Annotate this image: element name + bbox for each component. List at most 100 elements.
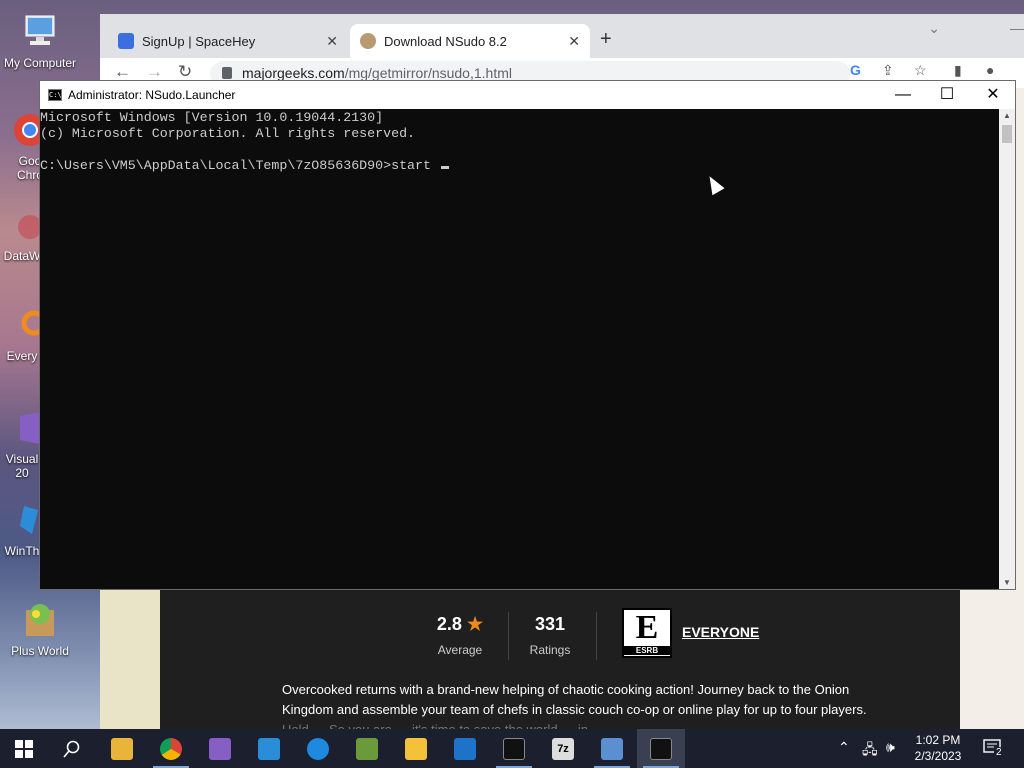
ratings-count-stat: 331 Ratings [520, 614, 580, 657]
notification-center-button[interactable]: 2 [982, 737, 1004, 759]
esrb-rating-link[interactable]: EVERYONE [682, 624, 759, 640]
tab-spacehey[interactable]: SignUp | SpaceHey ✕ [108, 24, 348, 58]
winthing-icon [2, 500, 42, 540]
start-button[interactable] [0, 729, 48, 768]
show-hidden-icons[interactable]: ⌃ [838, 739, 850, 756]
bookmark-star-icon[interactable]: ☆ [914, 62, 927, 79]
scroll-up-icon[interactable]: ▲ [1003, 111, 1011, 120]
tab-search-icon[interactable]: ⌄ [928, 20, 940, 37]
new-tab-button[interactable]: + [600, 28, 612, 51]
esrb-badge-icon: E ESRB [622, 608, 672, 658]
7zip-icon: 7z [552, 737, 574, 760]
desktop-icon-dataw[interactable]: DataW [0, 205, 44, 263]
volume-icon[interactable]: 🕪 [886, 739, 895, 756]
folder-icon [111, 737, 133, 760]
back-icon[interactable]: ← [114, 62, 131, 82]
desktop-icon-everything[interactable]: Every [0, 305, 47, 363]
taskbar-cmd-active[interactable] [637, 729, 685, 768]
visual-studio-icon [209, 737, 231, 760]
tab-strip: SignUp | SpaceHey ✕ Download NSudo 8.2 ✕… [100, 14, 1024, 58]
cmd-window: C:\ Administrator: NSudo.Launcher — ☐ ✕ … [39, 80, 1016, 590]
tab-title: SignUp | SpaceHey [142, 33, 256, 49]
chrome-icon [2, 110, 46, 150]
store-icon [405, 737, 427, 760]
minimize-icon[interactable]: — [1010, 20, 1024, 37]
taskbar-store[interactable] [392, 729, 440, 768]
desktop-icon-label: WinTh [4, 544, 40, 558]
desktop-icon-my-computer[interactable]: My Computer [0, 12, 80, 70]
taskbar-internet-explorer[interactable] [294, 729, 342, 768]
desktop-icon-label: Visual 20 [5, 452, 39, 480]
desktop-icon-label: Every [6, 349, 38, 363]
page-right-pane [960, 588, 1024, 729]
spacehey-icon [118, 33, 134, 49]
taskbar-winthing[interactable] [245, 729, 293, 768]
url-path: /mg/getmirror/nsudo,1.html [344, 65, 512, 81]
console-line: Microsoft Windows [Version 10.0.19044.21… [40, 110, 384, 125]
people-icon [356, 737, 378, 760]
sidebar-icon[interactable]: ▮ [954, 62, 962, 79]
clock-time: 1:02 PM [915, 733, 961, 747]
close-button[interactable]: ✕ [970, 81, 1016, 109]
google-icon[interactable]: G [850, 62, 861, 78]
browser-window-controls: ⌄ — [928, 20, 1024, 37]
tab-nsudo[interactable]: Download NSudo 8.2 ✕ [350, 24, 590, 58]
network-icon[interactable]: 🖧 [862, 739, 878, 763]
cmd-title-bar[interactable]: C:\ Administrator: NSudo.Launcher — ☐ ✕ [40, 81, 1015, 109]
taskbar-cmd[interactable] [490, 729, 538, 768]
taskbar-visual-studio[interactable] [196, 729, 244, 768]
ratings-label: Ratings [529, 643, 571, 657]
text-cursor [440, 166, 449, 169]
taskbar-file-explorer[interactable] [98, 729, 146, 768]
taskbar-people[interactable] [343, 729, 391, 768]
taskbar-chrome[interactable] [147, 729, 195, 768]
scrollbar-thumb[interactable] [1002, 125, 1012, 143]
url-host: majorgeeks.com [242, 65, 345, 81]
cmd-scrollbar[interactable]: ▲ ▼ [999, 109, 1015, 589]
profile-icon[interactable]: ● [986, 62, 994, 78]
rating-value: 2.8 [436, 614, 462, 634]
console-prompt-line: C:\Users\VM5\AppData\Local\Temp\7zO85636… [40, 158, 1000, 174]
rating-stat: 2.8 ★ Average [425, 614, 495, 657]
desktop-icon-plus-world[interactable]: Plus World [0, 600, 80, 658]
scroll-down-icon[interactable]: ▼ [1003, 578, 1011, 587]
taskbar-remote-desktop[interactable] [588, 729, 636, 768]
desktop-icon-winthing[interactable]: WinTh [0, 500, 44, 558]
internet-explorer-icon [307, 737, 329, 760]
taskbar: 7z ⌃ 🖧 🕪 1:02 PM 2/3/2023 2 [0, 729, 1024, 768]
search-button[interactable] [48, 729, 96, 768]
cmd-icon [503, 737, 525, 760]
cmd-console[interactable]: Microsoft Windows [Version 10.0.19044.21… [40, 109, 1000, 589]
close-tab-icon[interactable]: ✕ [326, 33, 338, 50]
share-icon[interactable]: ⇪ [882, 62, 894, 79]
esrb-text: ESRB [624, 646, 670, 655]
winthing-icon [258, 737, 280, 760]
remote-desktop-icon [601, 737, 623, 760]
majorgeeks-icon [360, 33, 376, 49]
windows-icon [15, 739, 33, 758]
desktop-icon-chrome[interactable]: Goo Chro [0, 110, 46, 182]
search-icon [63, 740, 80, 758]
maximize-button[interactable]: ☐ [924, 81, 970, 109]
taskbar-mail[interactable] [441, 729, 489, 768]
console-prompt: C:\Users\VM5\AppData\Local\Temp\7zO85636… [40, 158, 439, 173]
forward-icon[interactable]: → [146, 62, 163, 82]
close-tab-icon[interactable]: ✕ [568, 33, 580, 50]
page-left-pane [100, 588, 160, 729]
divider [596, 612, 597, 660]
esrb-letter: E [635, 609, 659, 646]
tab-title: Download NSudo 8.2 [384, 33, 507, 49]
desktop-icon-visual-studio[interactable]: Visual 20 [0, 408, 44, 480]
chrome-icon [160, 737, 182, 760]
reload-icon[interactable]: ↻ [178, 62, 192, 82]
taskbar-clock[interactable]: 1:02 PM 2/3/2023 [908, 732, 968, 764]
taskbar-7zip[interactable]: 7z [539, 729, 587, 768]
cmd-title: Administrator: NSudo.Launcher [68, 88, 236, 102]
cmd-icon [650, 737, 672, 760]
star-icon: ★ [466, 614, 484, 634]
desktop-icon-label: Plus World [11, 644, 69, 658]
notification-count: 2 [994, 747, 1004, 758]
minimize-button[interactable]: — [880, 81, 926, 109]
cmd-app-icon: C:\ [48, 89, 62, 101]
